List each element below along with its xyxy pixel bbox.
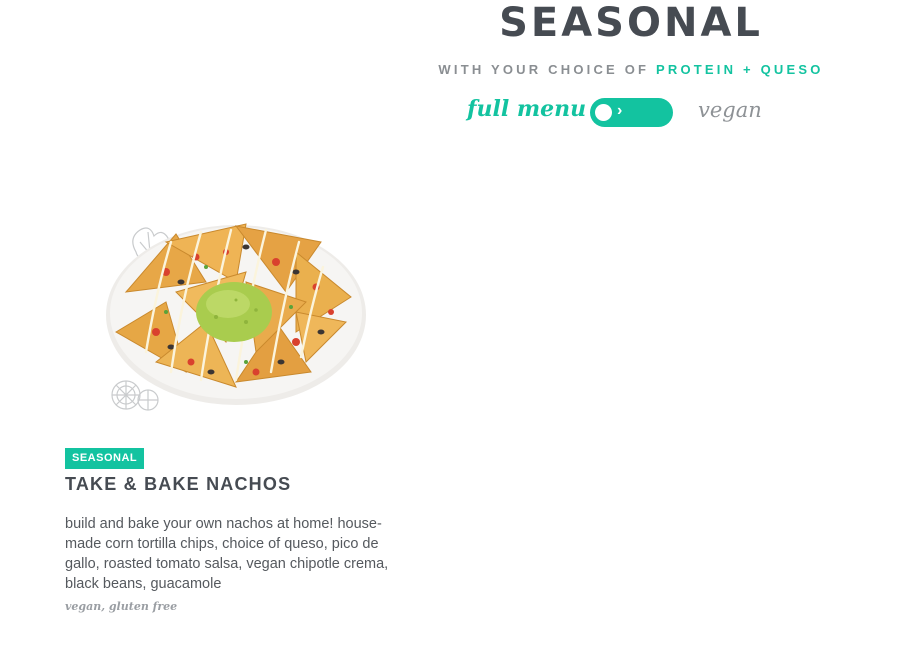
menu-item-description: build and bake your own nachos at home! …	[65, 516, 389, 592]
chevron-right-icon: ›	[617, 102, 623, 119]
menu-filter-toggle: full menu › vegan	[404, 94, 858, 134]
subtitle-prefix: WITH YOUR CHOICE OF	[438, 62, 650, 77]
dietary-tags: vegan, gluten free	[65, 600, 178, 613]
full-menu-label[interactable]: full menu	[467, 96, 586, 122]
subtitle-accent: PROTEIN + QUESO	[656, 62, 824, 77]
vegan-label[interactable]: vegan	[698, 98, 762, 122]
toggle-knob	[595, 104, 612, 121]
page-title: SEASONAL	[499, 0, 763, 46]
page-subtitle: WITH YOUR CHOICE OF PROTEIN + QUESO	[404, 62, 858, 77]
menu-item-title[interactable]: TAKE & BAKE NACHOS	[65, 474, 291, 495]
vegan-toggle-switch[interactable]: ›	[590, 98, 673, 127]
nachos-plate-image[interactable]	[96, 212, 376, 417]
seasonal-badge: SEASONAL	[65, 448, 145, 469]
